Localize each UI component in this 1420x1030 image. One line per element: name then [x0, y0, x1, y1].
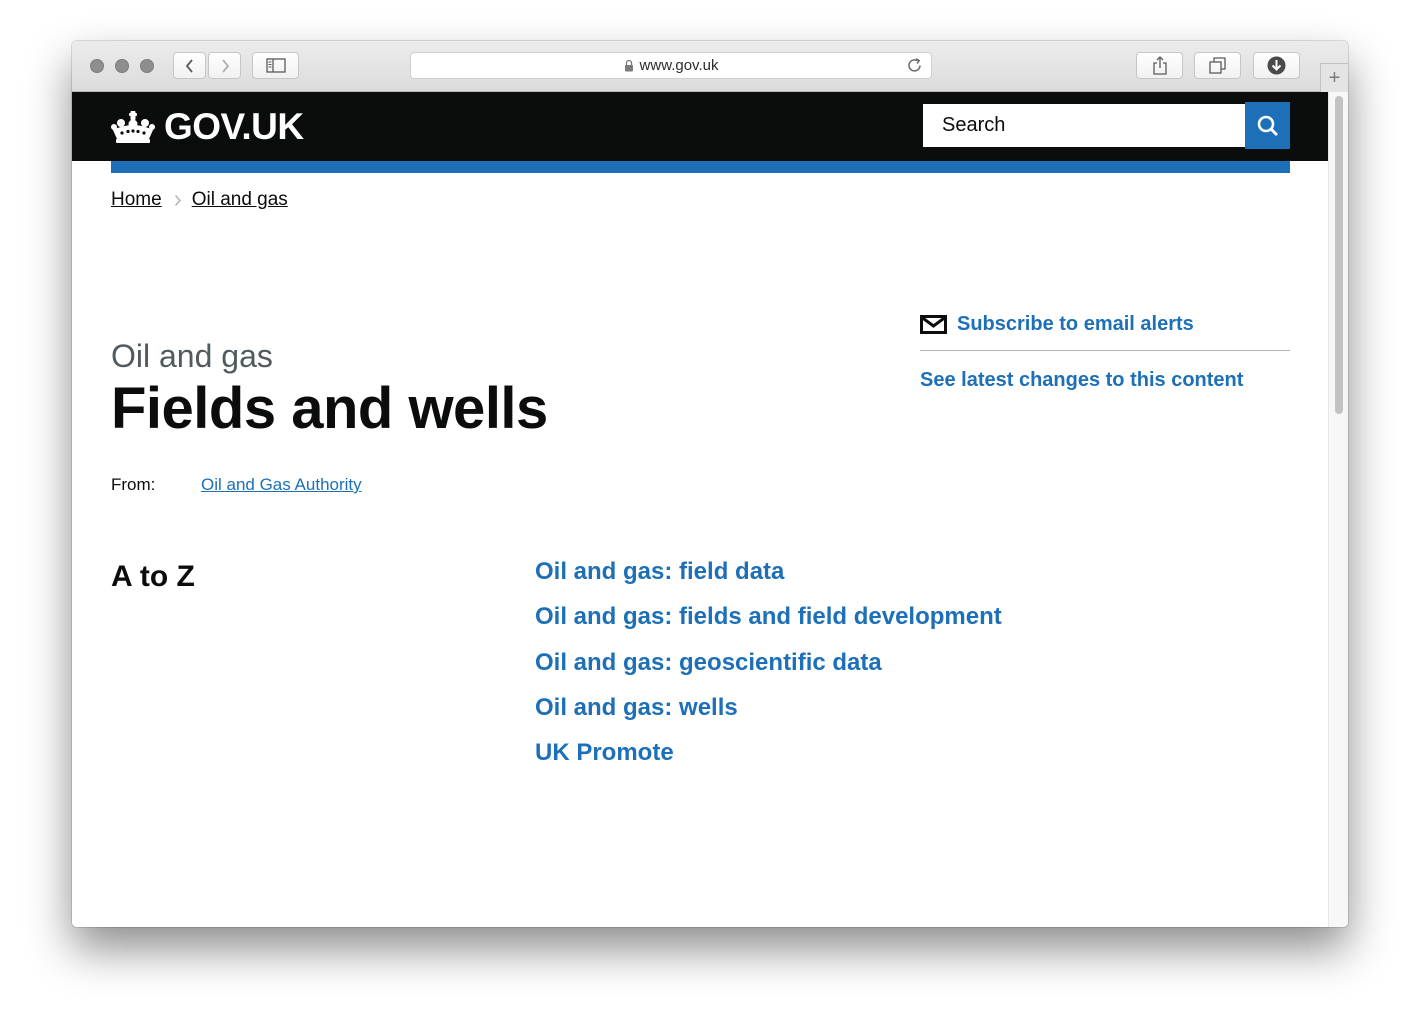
browser-window: www.gov.uk + GOV.UK Search Home Oil and … — [72, 41, 1348, 927]
reload-icon[interactable] — [906, 57, 923, 74]
govuk-logo-link[interactable]: GOV.UK — [110, 106, 304, 148]
plus-icon: + — [1328, 67, 1341, 89]
topic-link-geoscientific-data[interactable]: Oil and gas: geoscientific data — [535, 649, 882, 676]
forward-button[interactable] — [208, 52, 241, 79]
breadcrumb-oil-and-gas-link[interactable]: Oil and gas — [192, 189, 288, 211]
address-bar[interactable]: www.gov.uk — [410, 52, 932, 79]
chevron-right-icon — [174, 194, 182, 207]
subscribe-email-label: Subscribe to email alerts — [957, 313, 1194, 335]
topic-link-field-data[interactable]: Oil and gas: field data — [535, 558, 784, 585]
a-to-z-list: Oil and gas: field data Oil and gas: fie… — [535, 558, 1002, 784]
zoom-window-button[interactable] — [140, 59, 154, 73]
scrollbar-thumb[interactable] — [1335, 96, 1343, 414]
sidebar-icon — [265, 58, 286, 73]
organisation-link[interactable]: Oil and Gas Authority — [201, 475, 362, 495]
header-blue-bar — [111, 161, 1290, 173]
new-tab-button[interactable]: + — [1320, 63, 1348, 93]
topic-link-uk-promote[interactable]: UK Promote — [535, 739, 674, 766]
share-icon — [1152, 56, 1167, 75]
close-window-button[interactable] — [90, 59, 104, 73]
list-item: Oil and gas: geoscientific data — [535, 649, 1002, 694]
url-text: www.gov.uk — [639, 57, 719, 74]
vertical-scrollbar[interactable] — [1328, 92, 1348, 927]
back-button[interactable] — [173, 52, 206, 79]
page-caption: Oil and gas — [111, 338, 273, 374]
lock-icon — [624, 59, 634, 72]
downloads-button[interactable] — [1253, 52, 1300, 79]
govuk-logo-text: GOV.UK — [164, 106, 304, 147]
topic-link-fields-and-field-development[interactable]: Oil and gas: fields and field developmen… — [535, 603, 1002, 630]
browser-toolbar: www.gov.uk + — [72, 41, 1348, 93]
a-to-z-heading: A to Z — [111, 560, 195, 593]
sidebar-toggle-button[interactable] — [252, 52, 299, 79]
crown-icon — [111, 111, 155, 143]
breadcrumb-home-link[interactable]: Home — [111, 189, 162, 211]
show-tabs-button[interactable] — [1194, 52, 1241, 79]
download-icon — [1267, 56, 1286, 75]
topic-link-wells[interactable]: Oil and gas: wells — [535, 694, 738, 721]
govuk-header: GOV.UK — [72, 92, 1328, 161]
site-search — [921, 102, 1290, 149]
search-icon — [1257, 115, 1278, 136]
breadcrumb: Home Oil and gas — [111, 189, 288, 211]
from-label: From: — [111, 475, 156, 494]
forward-arrow-icon — [221, 58, 229, 73]
list-item: Oil and gas: field data — [535, 558, 1002, 603]
latest-changes-link[interactable]: See latest changes to this content — [920, 369, 1290, 392]
actions-divider — [920, 350, 1290, 351]
back-arrow-icon — [185, 58, 193, 73]
share-button[interactable] — [1136, 52, 1183, 79]
list-item: Oil and gas: fields and field developmen… — [535, 603, 1002, 648]
page-content: GOV.UK Home Oil and gas Oil and gas Fiel… — [72, 92, 1328, 927]
minimize-window-button[interactable] — [115, 59, 129, 73]
page-title: Fields and wells — [111, 376, 548, 441]
envelope-icon — [920, 315, 947, 334]
search-button[interactable] — [1245, 102, 1290, 149]
subscribe-email-link[interactable]: Subscribe to email alerts — [920, 313, 1290, 336]
list-item: Oil and gas: wells — [535, 694, 1002, 739]
tabs-icon — [1209, 57, 1226, 74]
search-input[interactable] — [921, 102, 1245, 149]
page-actions: Subscribe to email alerts See latest cha… — [920, 313, 1290, 392]
list-item: UK Promote — [535, 739, 1002, 784]
